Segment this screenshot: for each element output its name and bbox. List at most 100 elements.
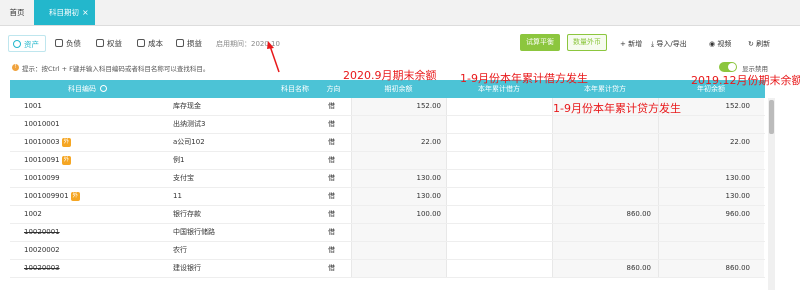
cell-name: 出纳测试3	[173, 120, 206, 128]
cell-background	[446, 260, 447, 277]
cell-credit[interactable]: 860.00	[555, 206, 652, 223]
cell-credit[interactable]	[555, 134, 651, 151]
scroll-thumb[interactable]	[769, 100, 774, 134]
cell-background	[658, 170, 659, 187]
table-row[interactable]: 10010091 外 例1 借	[10, 152, 765, 170]
cell-debit[interactable]	[448, 116, 543, 133]
category-cost[interactable]: 成本	[133, 35, 171, 52]
cell-name: 例1	[173, 156, 185, 164]
category-profit-loss[interactable]: 损益	[172, 35, 210, 52]
cell-debit[interactable]	[448, 134, 543, 151]
import-icon: ⤓	[651, 40, 655, 48]
add-button[interactable]: + 新增	[620, 39, 642, 49]
cell-background	[351, 170, 352, 187]
cell-name: 农行	[173, 246, 187, 254]
cell-init-balance[interactable]	[353, 224, 441, 241]
cell-code: 10020003	[24, 264, 60, 272]
cell-credit[interactable]	[555, 116, 651, 133]
cell-background	[446, 152, 447, 169]
cell-background	[658, 152, 659, 169]
cell-direction: 借	[328, 156, 335, 164]
cell-init-balance[interactable]: 130.00	[353, 170, 442, 187]
close-icon[interactable]: ×	[82, 0, 89, 25]
cell-init-balance[interactable]: 100.00	[353, 206, 442, 223]
fx-amount-button[interactable]: 数量外币	[567, 34, 607, 51]
cell-debit[interactable]	[448, 98, 543, 115]
cell-name: 中国银行储路	[173, 228, 215, 236]
cell-direction: 借	[328, 102, 335, 110]
cell-credit[interactable]	[555, 242, 651, 259]
cell-credit[interactable]: 860.00	[555, 260, 652, 277]
cell-background	[552, 152, 553, 169]
tab-label: 科目期初	[49, 8, 79, 17]
cell-code: 10010001	[24, 120, 60, 128]
cell-background	[446, 206, 447, 223]
table-row[interactable]: 10010003 外 a公司102 借 22.00 22.00	[10, 134, 765, 152]
show-disabled-toggle[interactable]	[719, 62, 737, 72]
cell-code: 10010003 外	[24, 138, 72, 147]
cell-debit[interactable]	[448, 206, 543, 223]
category-asset[interactable]: 资产	[8, 35, 46, 52]
cell-direction: 借	[328, 228, 335, 236]
cell-code: 10010091 外	[24, 156, 72, 165]
cell-year-init	[662, 242, 750, 259]
cell-direction: 借	[328, 192, 335, 200]
annotation-init-balance: 2020.9月期末余额	[343, 69, 437, 82]
video-icon: ◉	[709, 40, 716, 48]
cell-debit[interactable]	[448, 260, 543, 277]
cell-debit[interactable]	[448, 224, 543, 241]
equity-icon	[96, 39, 104, 47]
cell-debit[interactable]	[448, 152, 543, 169]
category-equity[interactable]: 权益	[92, 35, 130, 52]
category-liability[interactable]: 负债	[51, 35, 89, 52]
cell-init-balance[interactable]	[353, 260, 441, 277]
cell-debit[interactable]	[448, 188, 543, 205]
cell-year-init: 22.00	[729, 138, 750, 146]
cell-background	[351, 260, 352, 277]
cell-background	[446, 116, 447, 133]
tab-home[interactable]: 首页	[0, 0, 34, 25]
cell-code: 1001	[24, 102, 42, 110]
cell-debit[interactable]	[448, 242, 543, 259]
cell-year-init: 130.00	[725, 192, 751, 200]
cell-background	[351, 116, 352, 133]
cell-background	[658, 134, 659, 151]
cell-init-balance[interactable]	[353, 242, 441, 259]
tab-subject-opening[interactable]: 科目期初 ×	[34, 0, 95, 25]
profit-loss-icon	[176, 39, 184, 47]
table-row[interactable]: 10010099 支付宝 借 130.00 130.00	[10, 170, 765, 188]
table-row[interactable]: 10010001 出纳测试3 借	[10, 116, 765, 134]
cost-icon	[137, 39, 145, 47]
cell-direction: 借	[328, 174, 335, 182]
cell-code: 1001009901 外	[24, 192, 81, 201]
asset-icon	[13, 40, 21, 48]
cell-init-balance[interactable]	[353, 116, 441, 133]
cell-credit[interactable]	[555, 170, 651, 187]
cell-background	[658, 224, 659, 241]
table-row[interactable]: 1001009901 外 11 借 130.00 130.00	[10, 188, 765, 206]
cell-code: 10020002	[24, 246, 60, 254]
annotation-credit: 1-9月份本年累计贷方发生	[553, 102, 681, 115]
cell-credit[interactable]	[555, 224, 651, 241]
trial-balance-button[interactable]: 试算平衡	[520, 34, 560, 51]
table-row[interactable]: 10020002 农行 借	[10, 242, 765, 260]
cell-init-balance[interactable]: 152.00	[353, 98, 442, 115]
refresh-button[interactable]: ↻ 刷新	[748, 39, 770, 49]
import-export-button[interactable]: ⤓ 导入/导出	[651, 39, 687, 49]
foreign-currency-badge: 外	[70, 192, 81, 201]
table-row[interactable]: 1002 银行存款 借 100.00 860.00 960.00	[10, 206, 765, 224]
table-row[interactable]: 10020001 中国银行储路 借	[10, 224, 765, 242]
liability-icon	[55, 39, 63, 47]
cell-background	[658, 242, 659, 259]
table-row[interactable]: 10020003 建设银行 借 860.00 860.00	[10, 260, 765, 278]
cell-init-balance[interactable]: 22.00	[353, 134, 441, 151]
cell-credit[interactable]	[555, 152, 651, 169]
cell-credit[interactable]	[555, 188, 651, 205]
cell-debit[interactable]	[448, 170, 543, 187]
cell-init-balance[interactable]	[353, 152, 441, 169]
cell-init-balance[interactable]: 130.00	[353, 188, 442, 205]
cell-code: 10020001	[24, 228, 60, 236]
gear-icon[interactable]	[100, 85, 107, 92]
scrollbar[interactable]	[768, 98, 775, 290]
video-button[interactable]: ◉ 视频	[709, 39, 731, 49]
